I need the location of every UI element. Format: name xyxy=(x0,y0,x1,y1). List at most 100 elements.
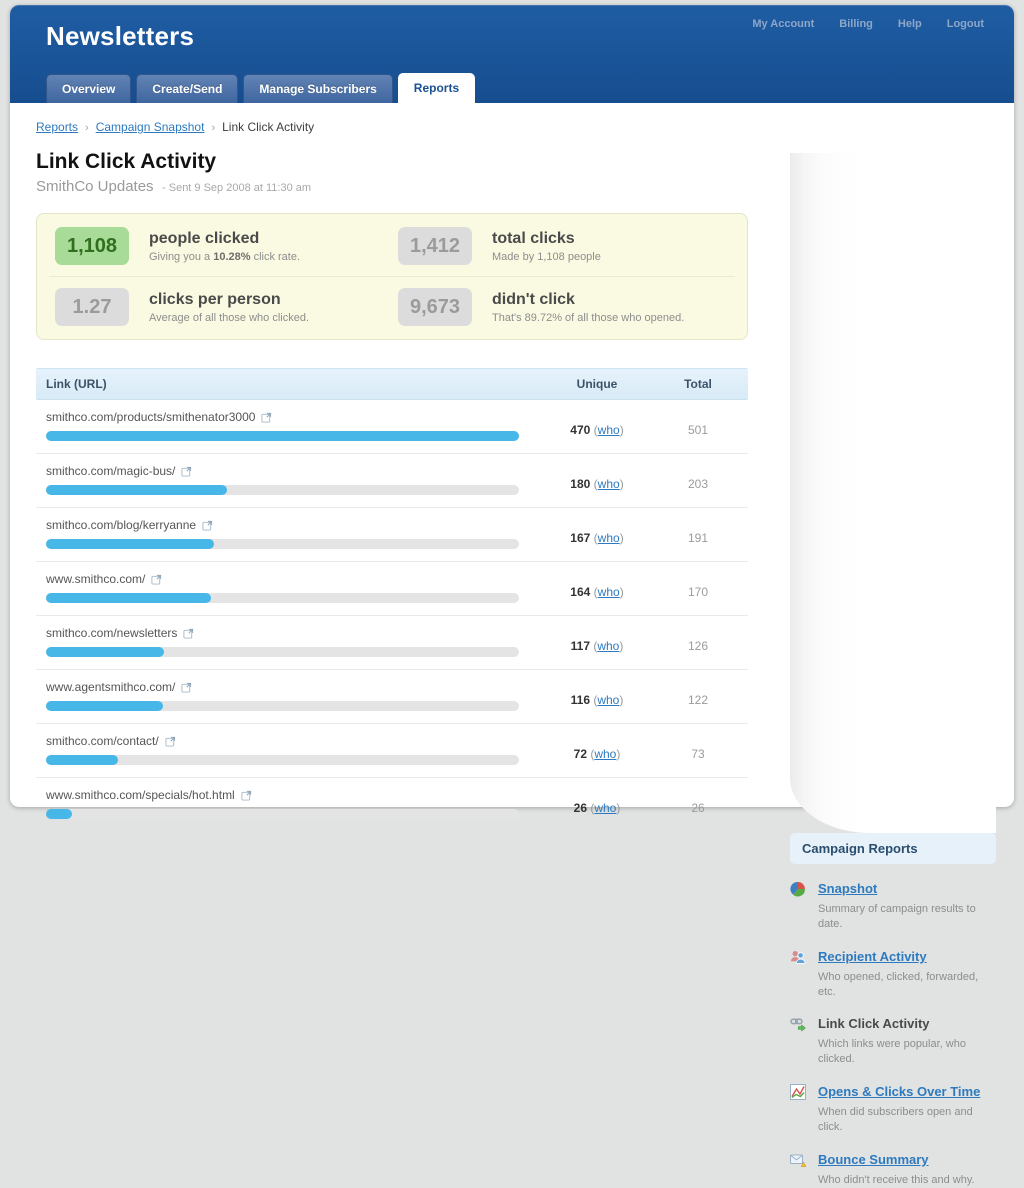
tab-create-send[interactable]: Create/Send xyxy=(136,74,238,103)
stat-value-badge: 1,412 xyxy=(398,227,472,265)
stat-value-badge: 1,108 xyxy=(55,227,129,265)
who-link[interactable]: who xyxy=(598,477,620,491)
who-link[interactable]: who xyxy=(598,423,620,437)
main-content: Reports›Campaign Snapshot›Link Click Act… xyxy=(10,103,766,831)
external-link-icon[interactable] xyxy=(181,466,192,477)
stat-total-clicks: 1,412 total clicks Made by 1,108 people xyxy=(392,216,735,277)
who-link[interactable]: who xyxy=(597,639,619,653)
report-description: When did subscribers open and click. xyxy=(818,1105,996,1135)
stat-value-badge: 1.27 xyxy=(55,288,129,326)
click-bar-track xyxy=(46,809,519,819)
click-bar-fill xyxy=(46,647,164,657)
report-item-link-click-activity: Link Click Activity Which links were pop… xyxy=(790,1015,996,1067)
stat-label: clicks per person xyxy=(149,291,309,309)
tab-overview[interactable]: Overview xyxy=(46,74,131,103)
campaign-subtitle: SmithCo Updates - Sent 9 Sep 2008 at 11:… xyxy=(36,178,748,196)
click-bar-track xyxy=(46,485,519,495)
link-cell: smithco.com/products/smithenator3000 xyxy=(36,410,546,441)
stat-description: Giving you a 10.28% click rate. xyxy=(149,251,300,263)
stat-description: Made by 1,108 people xyxy=(492,251,601,263)
who-link[interactable]: who xyxy=(597,693,619,707)
link-url: www.smithco.com/ xyxy=(46,572,546,586)
my-account-link[interactable]: My Account xyxy=(752,18,814,30)
report-current-link-click-activity: Link Click Activity xyxy=(818,1016,930,1031)
total-count: 126 xyxy=(648,626,748,657)
external-link-icon[interactable] xyxy=(151,574,162,585)
link-click-table: Link (URL) Unique Total smithco.com/prod… xyxy=(36,368,748,831)
who-link[interactable]: who xyxy=(594,801,616,815)
breadcrumb-link-reports[interactable]: Reports xyxy=(36,120,78,134)
click-bar-track xyxy=(46,755,519,765)
external-link-icon[interactable] xyxy=(165,736,176,747)
page-title: Link Click Activity xyxy=(36,150,748,174)
link-cell: www.smithco.com/specials/hot.html xyxy=(36,788,546,819)
who-link[interactable]: who xyxy=(598,585,620,599)
total-count: 203 xyxy=(648,464,748,495)
report-link-bounce-summary[interactable]: Bounce Summary xyxy=(818,1152,929,1167)
unique-count: 116 (who) xyxy=(546,680,648,711)
total-count: 122 xyxy=(648,680,748,711)
stat-description: That's 89.72% of all those who opened. xyxy=(492,312,684,324)
report-link-snapshot[interactable]: Snapshot xyxy=(818,881,877,896)
click-bar-fill xyxy=(46,539,214,549)
stat-people-clicked: 1,108 people clicked Giving you a 10.28%… xyxy=(49,216,392,277)
help-link[interactable]: Help xyxy=(898,18,922,30)
who-link[interactable]: who xyxy=(598,531,620,545)
tab-manage-subscribers[interactable]: Manage Subscribers xyxy=(243,74,392,103)
external-link-icon[interactable] xyxy=(183,628,194,639)
stat-label: total clicks xyxy=(492,230,601,248)
link-url: smithco.com/newsletters xyxy=(46,626,546,640)
report-description: Which links were popular, who clicked. xyxy=(818,1037,996,1067)
external-link-icon[interactable] xyxy=(202,520,213,531)
unique-count: 164 (who) xyxy=(546,572,648,603)
report-description: Summary of campaign results to date. xyxy=(818,902,996,932)
link-url: www.smithco.com/specials/hot.html xyxy=(46,788,546,802)
external-link-icon[interactable] xyxy=(181,682,192,693)
link-icon xyxy=(790,1015,808,1067)
stat-clicks-per-person: 1.27 clicks per person Average of all th… xyxy=(49,277,392,337)
table-row: smithco.com/blog/kerryanne 167 (who) 191 xyxy=(36,508,748,562)
column-header-unique: Unique xyxy=(546,377,648,391)
breadcrumb-link-campaign-snapshot[interactable]: Campaign Snapshot xyxy=(96,120,205,134)
report-item-opens-clicks-over-time: Opens & Clicks Over Time When did subscr… xyxy=(790,1083,996,1135)
external-link-icon[interactable] xyxy=(261,412,272,423)
click-bar-fill xyxy=(46,485,227,495)
campaign-reports-sidebar: Campaign Reports Snapshot Summary of cam… xyxy=(766,103,1014,1188)
table-row: smithco.com/magic-bus/ 180 (who) 203 xyxy=(36,454,748,508)
total-count: 73 xyxy=(648,734,748,765)
sent-date: - Sent 9 Sep 2008 at 11:30 am xyxy=(162,182,311,194)
report-item-bounce-summary: Bounce Summary Who didn't receive this a… xyxy=(790,1151,996,1188)
report-description: Who opened, clicked, forwarded, etc. xyxy=(818,970,996,1000)
app-window: Newsletters My Account Billing Help Logo… xyxy=(10,5,1014,807)
breadcrumb-separator: › xyxy=(85,122,89,134)
campaign-name: SmithCo Updates xyxy=(36,178,154,195)
link-url: smithco.com/blog/kerryanne xyxy=(46,518,546,532)
report-link-recipient-activity[interactable]: Recipient Activity xyxy=(818,949,927,964)
table-row: smithco.com/contact/ 72 (who) 73 xyxy=(36,724,748,778)
click-bar-fill xyxy=(46,809,72,819)
table-row: www.smithco.com/specials/hot.html 26 (wh… xyxy=(36,778,748,831)
sidebar-title: Campaign Reports xyxy=(790,833,996,864)
breadcrumb: Reports›Campaign Snapshot›Link Click Act… xyxy=(36,120,748,134)
who-link[interactable]: who xyxy=(594,747,616,761)
total-count: 170 xyxy=(648,572,748,603)
click-bar-track xyxy=(46,593,519,603)
content-area: Reports›Campaign Snapshot›Link Click Act… xyxy=(10,103,1014,1188)
report-item-recipient-activity: Recipient Activity Who opened, clicked, … xyxy=(790,948,996,1000)
billing-link[interactable]: Billing xyxy=(839,18,873,30)
stats-summary-box: 1,108 people clicked Giving you a 10.28%… xyxy=(36,213,748,340)
report-description: Who didn't receive this and why. xyxy=(818,1173,975,1188)
pie-chart-icon xyxy=(790,880,808,932)
tab-reports[interactable]: Reports xyxy=(398,73,475,103)
app-header: Newsletters My Account Billing Help Logo… xyxy=(10,5,1014,103)
sidebar-shadow-panel xyxy=(790,153,996,833)
external-link-icon[interactable] xyxy=(241,790,252,801)
link-cell: smithco.com/newsletters xyxy=(36,626,546,657)
click-bar-track xyxy=(46,647,519,657)
link-cell: smithco.com/blog/kerryanne xyxy=(36,518,546,549)
click-bar-track xyxy=(46,431,519,441)
report-link-opens-clicks-over-time[interactable]: Opens & Clicks Over Time xyxy=(818,1084,980,1099)
link-url: www.agentsmithco.com/ xyxy=(46,680,546,694)
stat-value-badge: 9,673 xyxy=(398,288,472,326)
logout-link[interactable]: Logout xyxy=(947,18,984,30)
